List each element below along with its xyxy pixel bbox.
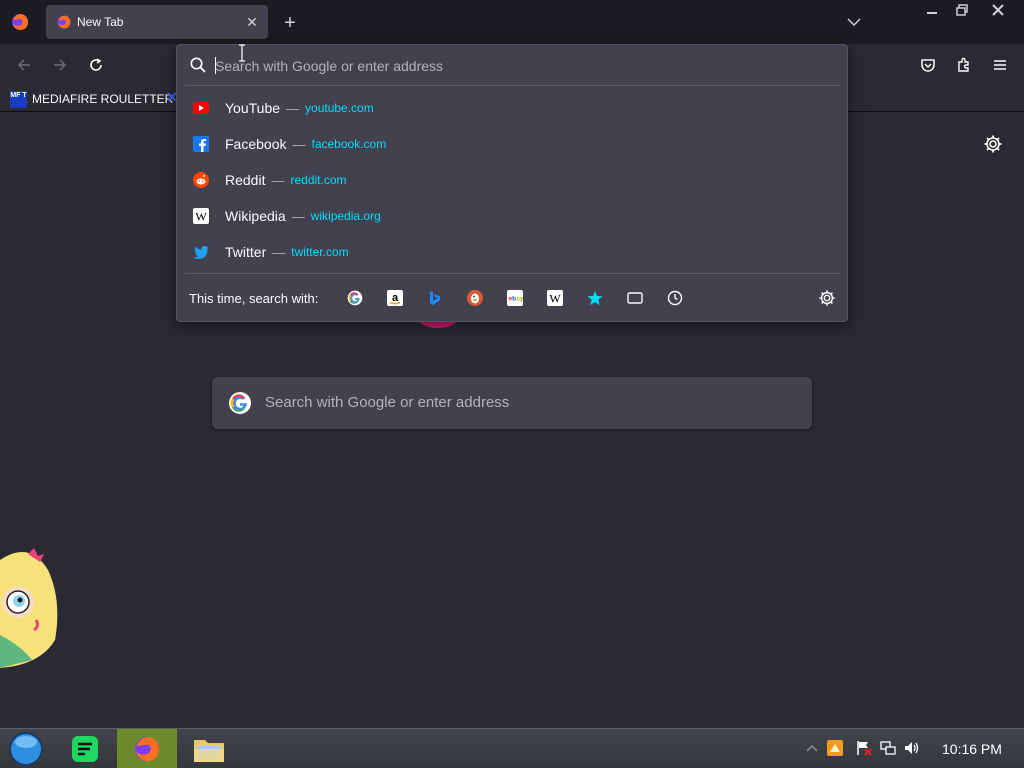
result-url: wikipedia.org <box>310 209 381 223</box>
svg-text:W: W <box>549 292 561 306</box>
back-arrow-icon <box>17 59 30 71</box>
restore-button[interactable] <box>946 0 978 20</box>
result-separator: — <box>272 244 286 260</box>
taskbar-app-firefox[interactable] <box>117 729 177 768</box>
result-row-reddit[interactable]: Reddit — reddit.com <box>185 162 841 198</box>
back-button[interactable] <box>12 53 36 77</box>
reload-button[interactable] <box>84 53 108 77</box>
history-icon[interactable] <box>666 289 684 307</box>
taskbar-app-notes[interactable] <box>55 729 115 768</box>
puzzle-icon <box>958 57 969 72</box>
address-bar-input[interactable]: Search with Google or enter address <box>177 45 847 85</box>
cartoon-character-image <box>0 548 58 668</box>
close-window-button[interactable] <box>982 0 1014 20</box>
tab-new-tab[interactable]: New Tab ✕ <box>46 5 268 39</box>
result-title: Reddit <box>225 172 266 188</box>
app-tray-icon[interactable] <box>826 739 844 757</box>
notes-app-icon <box>72 736 98 762</box>
reload-icon <box>90 58 102 71</box>
tab-strip: New Tab ✕ + <box>0 0 1024 44</box>
result-row-twitter[interactable]: Twitter — twitter.com <box>185 234 841 270</box>
google-icon <box>229 392 251 414</box>
gear-icon[interactable] <box>818 289 836 307</box>
ebay-icon[interactable]: ebay <box>506 289 524 307</box>
taskbar-app-explorer[interactable] <box>179 729 239 768</box>
taskbar-clock[interactable]: 10:16 PM <box>942 741 1002 757</box>
forward-arrow-icon <box>54 59 67 71</box>
pocket-button[interactable] <box>916 53 940 77</box>
result-title: Facebook <box>225 136 287 152</box>
svg-text:ebay: ebay <box>509 296 524 303</box>
result-separator: — <box>292 136 306 152</box>
action-center-flag-icon[interactable] <box>855 739 873 757</box>
result-separator: — <box>271 172 285 188</box>
close-icon <box>992 4 1004 16</box>
result-row-facebook[interactable]: Facebook — facebook.com <box>185 126 841 162</box>
chevron-down-icon <box>847 18 861 27</box>
result-row-wikipedia[interactable]: W Wikipedia — wikipedia.org <box>185 198 841 234</box>
show-hidden-icons-icon[interactable] <box>803 739 821 757</box>
newtab-search-box[interactable]: Search with Google or enter address <box>212 377 812 429</box>
mediafire-logo-icon: MF T <box>10 90 27 108</box>
result-url: youtube.com <box>305 101 374 115</box>
firefox-icon <box>57 15 71 29</box>
result-separator: — <box>286 100 300 116</box>
facebook-icon <box>193 136 209 152</box>
divider <box>185 273 841 274</box>
duckduckgo-icon[interactable] <box>466 289 484 307</box>
address-bar-placeholder: Search with Google or enter address <box>215 58 444 74</box>
text-cursor-icon <box>239 44 245 62</box>
text-caret <box>215 57 216 74</box>
result-row-youtube[interactable]: YouTube — youtube.com <box>185 90 841 126</box>
amazon-icon[interactable]: a <box>386 289 404 307</box>
result-url: facebook.com <box>311 137 387 151</box>
bookmarks-star-icon[interactable] <box>586 289 604 307</box>
firefox-icon[interactable] <box>10 12 30 32</box>
gear-icon[interactable] <box>983 134 1003 154</box>
youtube-icon <box>193 100 209 116</box>
start-orb-icon[interactable] <box>7 731 45 767</box>
bookmark-label: MEDIAFIRE ROULETTER <box>32 92 174 106</box>
close-tab-icon[interactable]: ✕ <box>242 12 262 32</box>
app-menu-button[interactable] <box>988 53 1012 77</box>
minimize-icon <box>927 12 937 14</box>
result-title: Twitter <box>225 244 267 260</box>
list-all-tabs-button[interactable] <box>842 11 866 33</box>
svg-text:a: a <box>392 292 399 304</box>
folder-icon <box>194 740 224 762</box>
urlbar-dropdown: Search with Google or enter address YouT… <box>176 44 848 322</box>
wikipedia-icon[interactable]: W <box>546 289 564 307</box>
google-icon[interactable] <box>346 289 364 307</box>
bing-icon[interactable] <box>426 289 444 307</box>
search-icon <box>190 57 206 73</box>
reddit-icon <box>193 172 209 188</box>
pocket-icon <box>921 59 935 72</box>
firefox-icon <box>135 737 159 761</box>
extensions-button[interactable] <box>952 53 976 77</box>
tabs-icon[interactable] <box>626 289 644 307</box>
result-title: YouTube <box>225 100 281 116</box>
result-separator: — <box>291 208 305 224</box>
restore-icon <box>956 4 968 16</box>
tab-title: New Tab <box>77 15 124 29</box>
result-url: reddit.com <box>290 173 347 187</box>
bookmark-mediafire-rouletter[interactable]: MF T MEDIAFIRE ROULETTER <box>10 89 173 109</box>
new-tab-button[interactable]: + <box>278 11 302 35</box>
twitter-icon <box>193 244 209 260</box>
one-off-label: This time, search with: <box>189 291 319 306</box>
network-icon[interactable] <box>879 739 897 757</box>
minimize-button[interactable] <box>916 0 948 20</box>
forward-button[interactable] <box>48 53 72 77</box>
one-off-search-buttons: This time, search with: a ebay W <box>177 277 847 319</box>
newtab-search-placeholder: Search with Google or enter address <box>265 394 510 411</box>
wikipedia-icon: W <box>193 208 209 224</box>
taskbar: 10:16 PM <box>0 728 1024 768</box>
hamburger-menu-icon <box>994 60 1006 70</box>
divider <box>185 85 841 86</box>
result-title: Wikipedia <box>225 208 286 224</box>
svg-text:W: W <box>195 210 207 224</box>
result-url: twitter.com <box>291 245 349 259</box>
volume-icon[interactable] <box>903 739 921 757</box>
